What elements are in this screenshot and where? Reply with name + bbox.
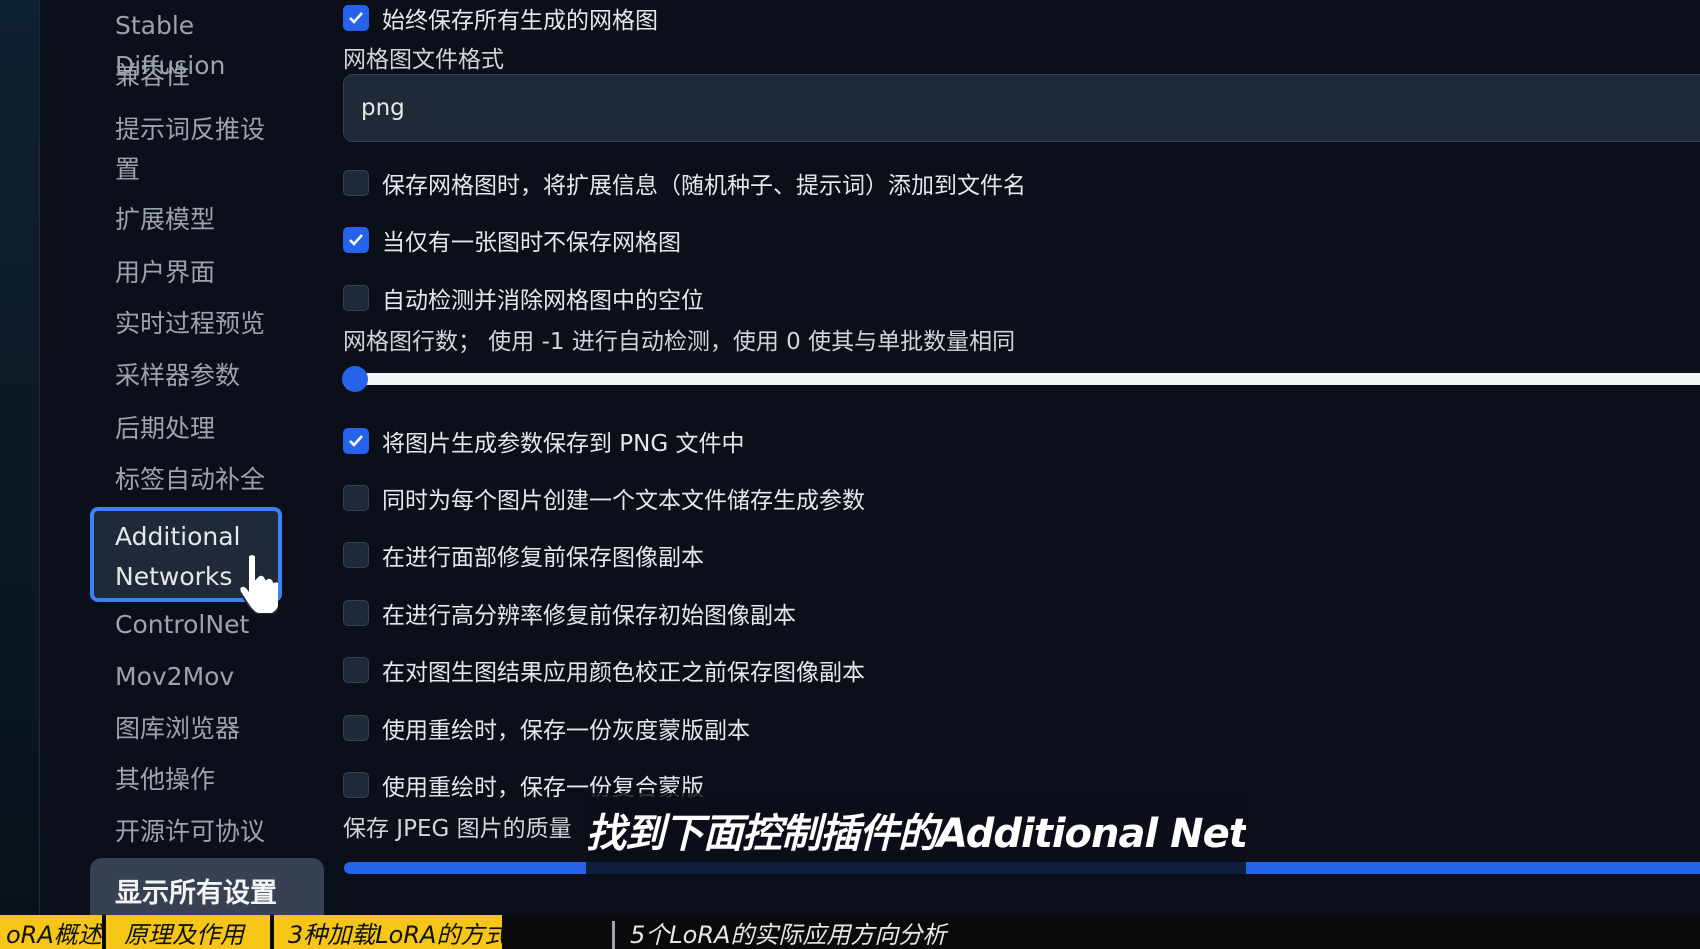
save-before-face-restore-checkbox[interactable]: 在进行面部修复前保存图像副本: [343, 538, 704, 572]
chapter-bar: oRA概述 原理及作用 3种加载LoRA的方式 5个LoRA的实际应用方向分析: [0, 915, 1700, 949]
checkbox-label: 将图片生成参数保存到 PNG 文件中: [382, 431, 745, 457]
save-before-hires-checkbox[interactable]: 在进行高分辨率修复前保存初始图像副本: [343, 596, 796, 630]
sidebar-item-mov2mov[interactable]: Mov2Mov: [115, 657, 305, 697]
video-subtitle-caption: 找到下面控制插件的Additional Network: [586, 793, 1246, 875]
grid-format-label: 网格图文件格式: [343, 47, 504, 73]
sidebar-item-live-preview[interactable]: 实时过程预览: [115, 304, 305, 344]
checkbox-label: 在对图生图结果应用颜色校正之前保存图像副本: [382, 660, 865, 686]
sidebar-item-licenses[interactable]: 开源许可协议: [115, 812, 305, 852]
sidebar-item-image-browser[interactable]: 图库浏览器: [115, 709, 305, 749]
checkbox-unchecked-icon[interactable]: [343, 485, 369, 511]
always-save-grid-checkbox[interactable]: 始终保存所有生成的网格图: [343, 1, 658, 35]
grid-rows-slider-thumb[interactable]: [342, 366, 368, 392]
jpeg-quality-label: 保存 JPEG 图片的质量: [343, 816, 572, 842]
app-window: Stable Diffusion 兼容性 提示词反推设 置 扩展模型 用户界面 …: [0, 0, 1700, 949]
sidebar-item-interrogate-cont[interactable]: 置: [115, 150, 305, 190]
checkbox-label: 始终保存所有生成的网格图: [382, 8, 658, 34]
checkbox-unchecked-icon[interactable]: [343, 542, 369, 568]
chapter-segment[interactable]: 3种加载LoRA的方式: [274, 915, 502, 949]
checkbox-unchecked-icon[interactable]: [343, 170, 369, 196]
sidebar-item-user-interface[interactable]: 用户界面: [115, 253, 305, 293]
checkbox-checked-icon[interactable]: [343, 227, 369, 253]
sidebar-item-compatibility[interactable]: 兼容性: [115, 56, 305, 96]
checkbox-unchecked-icon[interactable]: [343, 657, 369, 683]
grid-format-input[interactable]: png: [343, 74, 1700, 142]
checkbox-unchecked-icon[interactable]: [343, 600, 369, 626]
sidebar-item-extra-networks[interactable]: 扩展模型: [115, 200, 305, 240]
sidebar-item-controlnet[interactable]: ControlNet: [115, 605, 305, 645]
save-png-params-checkbox[interactable]: 将图片生成参数保存到 PNG 文件中: [343, 424, 745, 458]
chapter-segment[interactable]: 原理及作用: [106, 915, 270, 949]
save-txt-params-checkbox[interactable]: 同时为每个图片创建一个文本文件储存生成参数: [343, 481, 865, 515]
checkbox-checked-icon[interactable]: [343, 5, 369, 31]
checkbox-label: 在进行面部修复前保存图像副本: [382, 545, 704, 571]
sidebar-item-actions[interactable]: 其他操作: [115, 760, 305, 800]
settings-panel: 始终保存所有生成的网格图 网格图文件格式 png 保存网格图时，将扩展信息（随机…: [340, 0, 1700, 915]
sidebar-item-sampler-params[interactable]: 采样器参数: [115, 356, 305, 396]
checkbox-label: 自动检测并消除网格图中的空位: [382, 288, 704, 314]
grid-rows-slider-track[interactable]: [343, 373, 1700, 385]
sidebar-item-tag-autocomplete[interactable]: 标签自动补全: [115, 460, 305, 500]
no-grid-single-image-checkbox[interactable]: 当仅有一张图时不保存网格图: [343, 223, 681, 257]
sidebar-item-postprocessing[interactable]: 后期处理: [115, 409, 305, 449]
chapter-segment[interactable]: 5个LoRA的实际应用方向分析: [624, 915, 1144, 949]
checkbox-checked-icon[interactable]: [343, 428, 369, 454]
side-rail: [0, 0, 40, 915]
grid-extended-filename-checkbox[interactable]: 保存网格图时，将扩展信息（随机种子、提示词）添加到文件名: [343, 166, 1026, 200]
chapter-segment[interactable]: oRA概述: [0, 915, 102, 949]
save-inpaint-gray-mask-checkbox[interactable]: 使用重绘时，保存一份灰度蒙版副本: [343, 711, 750, 745]
checkbox-label: 当仅有一张图时不保存网格图: [382, 230, 681, 256]
checkbox-label: 同时为每个图片创建一个文本文件储存生成参数: [382, 488, 865, 514]
sidebar-item-interrogate[interactable]: 提示词反推设: [115, 110, 305, 150]
grid-auto-blank-checkbox[interactable]: 自动检测并消除网格图中的空位: [343, 281, 704, 315]
checkbox-label: 使用重绘时，保存一份灰度蒙版副本: [382, 718, 750, 744]
checkbox-label: 在进行高分辨率修复前保存初始图像副本: [382, 603, 796, 629]
checkbox-unchecked-icon[interactable]: [343, 772, 369, 798]
save-before-color-correct-checkbox[interactable]: 在对图生图结果应用颜色校正之前保存图像副本: [343, 653, 865, 687]
checkbox-label: 保存网格图时，将扩展信息（随机种子、提示词）添加到文件名: [382, 173, 1026, 199]
checkbox-unchecked-icon[interactable]: [343, 285, 369, 311]
checkbox-unchecked-icon[interactable]: [343, 715, 369, 741]
grid-rows-label: 网格图行数； 使用 -1 进行自动检测，使用 0 使其与单批数量相同: [343, 329, 1016, 355]
chapter-divider: [612, 921, 615, 949]
sidebar-item-label: Additional: [115, 522, 241, 551]
